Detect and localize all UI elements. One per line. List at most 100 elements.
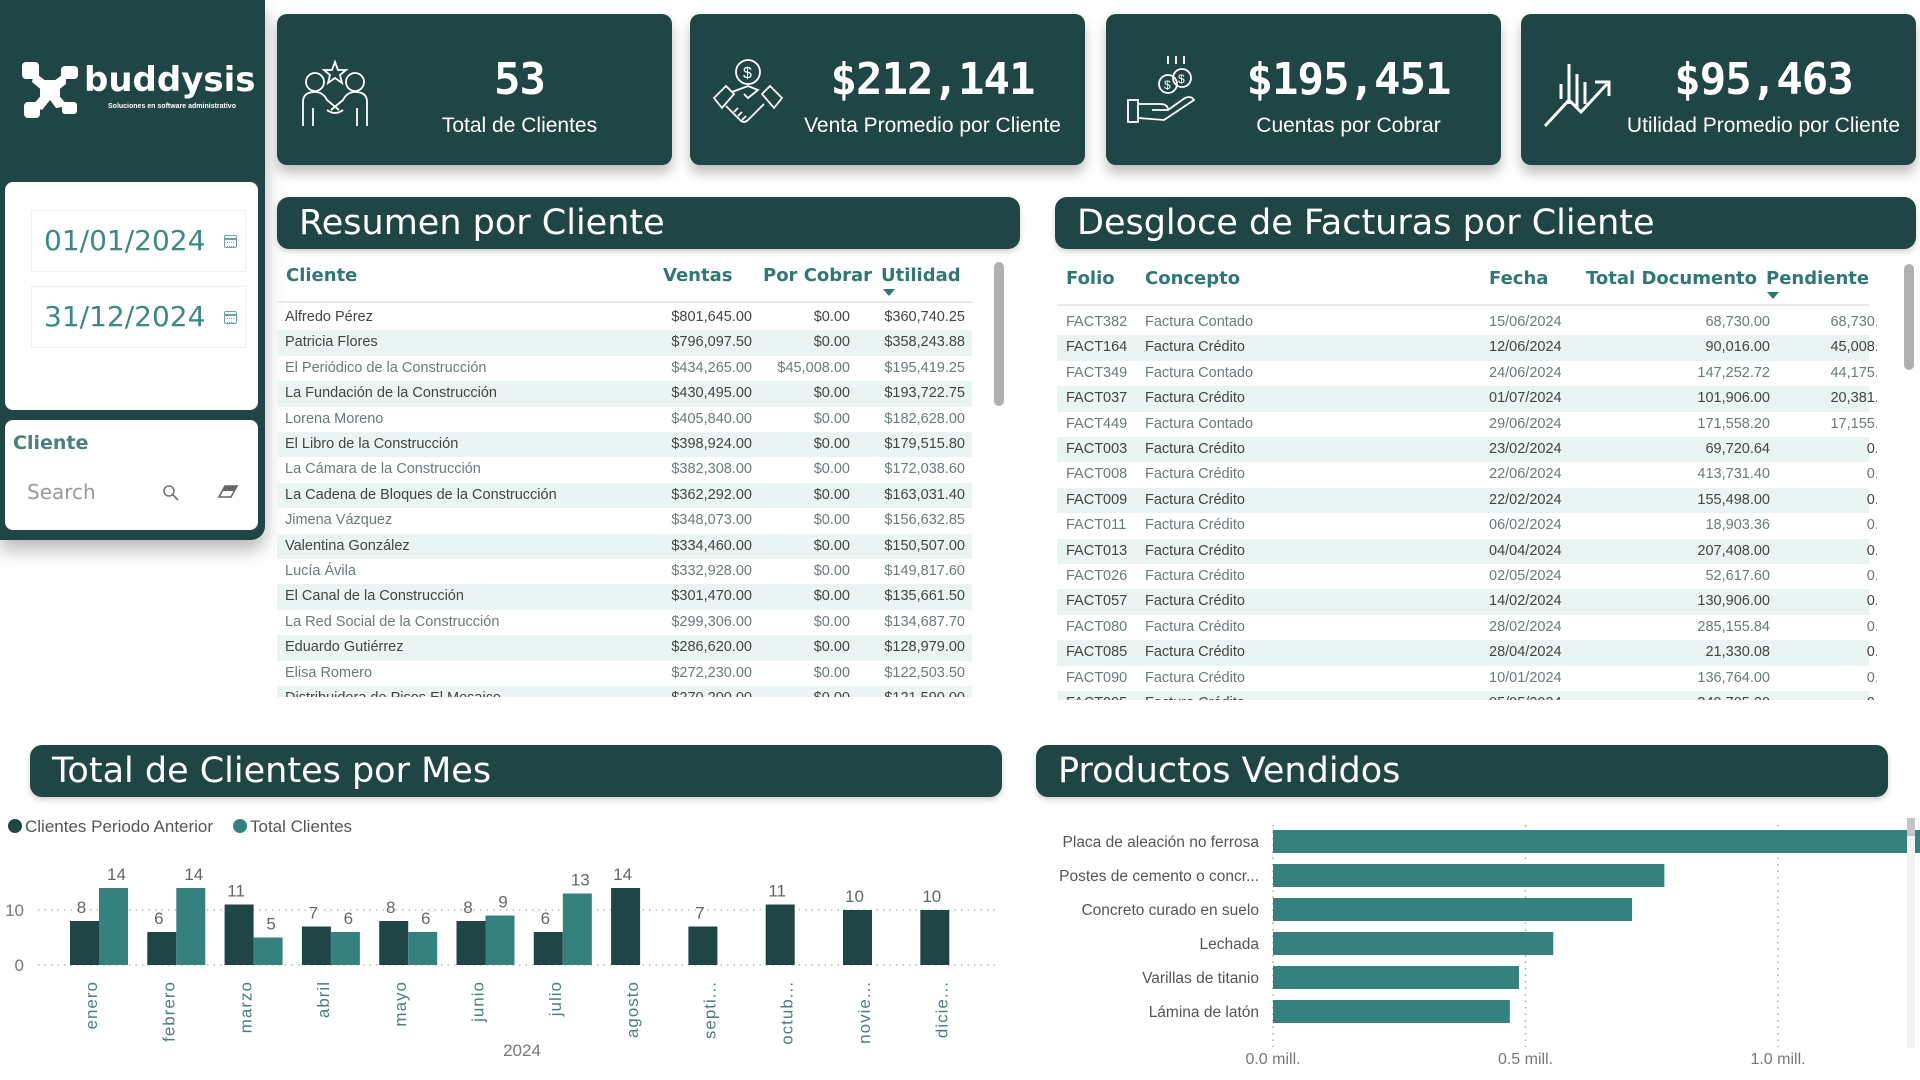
table-row[interactable]: La Cámara de la Construcción $382,308.00 $… xyxy=(277,457,972,482)
cell-concepto: Factura Crédito xyxy=(1145,491,1245,508)
calendar-icon[interactable] xyxy=(224,235,237,248)
cell-pendiente: 0.00 xyxy=(1866,669,1877,686)
bar-anterior xyxy=(147,932,177,965)
table-row[interactable]: El Canal de la Construcción $301,470.00 $0… xyxy=(277,584,972,610)
y-tick-label: 0 xyxy=(15,956,24,975)
cell-concepto: Factura Crédito xyxy=(1145,644,1245,661)
column-header-pendiente[interactable]: Pendiente xyxy=(1766,268,1869,289)
cell-por-cobrar: $0.00 xyxy=(813,486,850,503)
cell-concepto: Factura Contado xyxy=(1145,415,1254,432)
table-row[interactable]: La Fundación de la Construcción $430,495.… xyxy=(277,381,972,407)
date-to-input[interactable]: 31/12/2024 xyxy=(31,286,246,348)
cell-fecha: 29/06/2024 xyxy=(1489,415,1562,432)
bar-anterior xyxy=(765,904,795,965)
bar-total xyxy=(485,915,515,965)
cliente-search-input[interactable]: Search xyxy=(27,480,96,504)
column-header-concepto[interactable]: Concepto xyxy=(1145,268,1240,289)
table-row[interactable]: FACT009 Factura Crédito 22/02/2024 155,498.… xyxy=(1057,487,1877,514)
table-row[interactable]: FACT011 Factura Crédito 06/02/2024 18,903.3… xyxy=(1057,513,1877,538)
clientes-por-mes-header: Total de Clientes por Mes xyxy=(30,745,1002,797)
cell-pendiente: 44,175.82 xyxy=(1830,364,1877,381)
table-row[interactable]: Patricia Flores $796,097.50 $0.00 $358,243.… xyxy=(277,330,972,356)
table-row[interactable]: FACT349 Factura Contado 24/06/2024 147,252.… xyxy=(1057,361,1877,386)
table-row[interactable]: La Cadena de Bloques de la Construcción $… xyxy=(277,482,972,509)
brand-tagline: Soluciones en software administrativo xyxy=(108,103,236,110)
productos-vendidos-header: Productos Vendidos xyxy=(1036,745,1888,797)
column-header-folio[interactable]: Folio xyxy=(1066,268,1115,289)
table-row[interactable]: FACT003 Factura Crédito 23/02/2024 69,720.6… xyxy=(1057,437,1877,463)
table-row[interactable]: FACT026 Factura Crédito 02/05/2024 52,617.6… xyxy=(1057,564,1877,589)
table-row[interactable]: FACT090 Factura Crédito 10/01/2024 136,764.… xyxy=(1057,666,1877,691)
kpi-value: $195,451 xyxy=(1246,54,1452,105)
cell-total-documento: 18,903.36 xyxy=(1705,517,1770,534)
table-row[interactable]: Jimena Vázquez $348,073.00 $0.00 $156,632.8… xyxy=(277,508,972,533)
cell-utilidad: $122,503.50 xyxy=(884,664,965,681)
cell-total-documento: 130,906.00 xyxy=(1697,593,1770,610)
table-row[interactable]: El Periódico de la Construcción $434,265.… xyxy=(277,356,972,381)
cell-utilidad: $150,507.00 xyxy=(884,537,965,554)
cell-folio: FACT057 xyxy=(1066,593,1128,610)
table-row[interactable]: Lorena Moreno $405,840.00 $0.00 $182,628.00 xyxy=(277,407,972,432)
table-row[interactable]: Lucía Ávila $332,928.00 $0.00 $149,817.60 xyxy=(277,559,972,584)
brand-logo: buddysis Soluciones en software administ… xyxy=(22,60,256,120)
x-tick-label: julio xyxy=(546,981,565,1017)
column-header-cliente[interactable]: Cliente xyxy=(286,265,357,286)
cell-por-cobrar: $0.00 xyxy=(813,512,850,529)
legend-label: Total Clientes xyxy=(250,817,352,836)
table-row[interactable]: FACT008 Factura Crédito 22/06/2024 413,731.… xyxy=(1057,462,1877,487)
cell-cliente: El Periódico de la Construcción xyxy=(285,359,487,376)
data-label: 6 xyxy=(541,909,550,928)
column-header-total-documento[interactable]: Total Documento xyxy=(1586,268,1757,289)
table-row[interactable]: FACT164 Factura Crédito 12/06/2024 90,016.0… xyxy=(1057,335,1877,361)
table-row[interactable]: Valentina González $334,460.00 $0.00 $150,5… xyxy=(277,533,972,559)
cell-concepto: Factura Contado xyxy=(1145,364,1254,381)
cell-pendiente: 0.00 xyxy=(1866,542,1877,559)
date-from-value: 01/01/2024 xyxy=(44,224,206,257)
column-header-por-cobrar[interactable]: Por Cobrar xyxy=(763,265,872,286)
table-row[interactable]: La Red Social de la Construcción $299,306… xyxy=(277,610,972,635)
column-header-utilidad[interactable]: Utilidad xyxy=(881,265,961,286)
header-divider xyxy=(277,301,972,303)
table-row[interactable]: Eduardo Gutiérrez $286,620.00 $0.00 $128,97… xyxy=(277,635,972,661)
data-label: 6 xyxy=(421,909,430,928)
table-row[interactable]: FACT449 Factura Contado 29/06/2024 171,558.… xyxy=(1057,412,1877,437)
table-row[interactable]: FACT085 Factura Crédito 28/04/2024 21,330.0… xyxy=(1057,640,1877,666)
category-label: Placa de aleación no ferrosa xyxy=(1063,834,1260,851)
table-row[interactable]: Elisa Romero $272,230.00 $0.00 $122,503.50 xyxy=(277,661,972,686)
bar-anterior xyxy=(301,926,331,965)
bar xyxy=(1273,932,1554,955)
search-icon[interactable] xyxy=(162,484,180,502)
y-tick-label: 10 xyxy=(5,901,24,920)
table-row[interactable]: FACT037 Factura Crédito 01/07/2024 101,906.… xyxy=(1057,386,1877,412)
column-header-fecha[interactable]: Fecha xyxy=(1489,268,1548,289)
cell-concepto: Factura Crédito xyxy=(1145,390,1245,407)
cell-concepto: Factura Crédito xyxy=(1145,593,1245,610)
table-row[interactable]: El Libro de la Construcción $398,924.00 $0… xyxy=(277,432,972,458)
cell-total-documento: 207,408.00 xyxy=(1697,542,1770,559)
cell-concepto: Factura Crédito xyxy=(1145,339,1245,356)
cell-fecha: 28/02/2024 xyxy=(1489,618,1562,635)
svg-text:$: $ xyxy=(743,65,752,82)
bar xyxy=(1273,864,1665,887)
buddysis-logo-icon xyxy=(22,62,78,118)
cell-por-cobrar: $0.00 xyxy=(813,563,850,579)
table-row[interactable]: FACT013 Factura Crédito 04/04/2024 207,408.… xyxy=(1057,538,1877,564)
kpi-label: Venta Promedio por Cliente xyxy=(804,114,1061,137)
desgloce-scrollbar[interactable] xyxy=(1904,264,1914,370)
cell-por-cobrar: $0.00 xyxy=(813,385,850,402)
table-row[interactable]: FACT057 Factura Crédito 14/02/2024 130,906.… xyxy=(1057,589,1877,615)
calendar-icon[interactable] xyxy=(224,311,237,324)
bar xyxy=(1273,1000,1510,1023)
resumen-scrollbar[interactable] xyxy=(994,262,1004,406)
kpi-utilidad-promedio: $95,463 Utilidad Promedio por Cliente xyxy=(1521,14,1916,165)
column-header-ventas[interactable]: Ventas xyxy=(663,265,732,286)
table-row[interactable]: FACT382 Factura Contado 15/06/2024 68,730.0… xyxy=(1057,310,1877,335)
date-from-input[interactable]: 01/01/2024 xyxy=(31,210,246,272)
cell-folio: FACT090 xyxy=(1066,669,1128,686)
eraser-icon[interactable] xyxy=(217,482,239,500)
table-row[interactable]: FACT095 Factura Crédito 05/05/2024 349,705.… xyxy=(1057,691,1877,700)
table-row[interactable]: Distribuidora de Pisos El Mosaico$270,20… xyxy=(277,686,972,697)
date-range-slicer: 01/01/2024 31/12/2024 xyxy=(5,182,258,410)
table-row[interactable]: Alfredo Pérez $801,645.00 $0.00 $360,740.25 xyxy=(277,305,972,330)
table-row[interactable]: FACT080 Factura Crédito 28/02/2024 285,155.… xyxy=(1057,615,1877,640)
